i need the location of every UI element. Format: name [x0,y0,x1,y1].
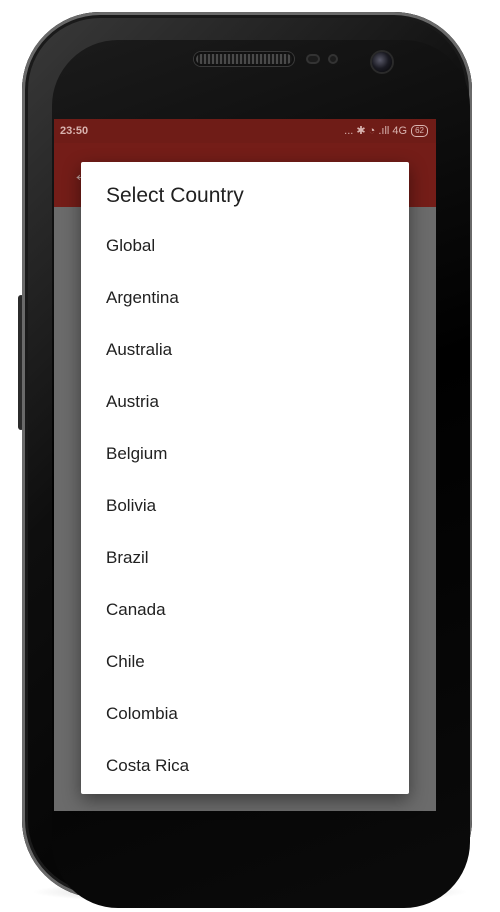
status-time: 23:50 [60,125,89,137]
country-item-australia[interactable]: Australia [81,324,409,376]
country-item-canada[interactable]: Canada [81,584,409,636]
country-item-costa-rica[interactable]: Costa Rica [81,740,409,792]
status-icons: ... ✱ ◔ .ıll 4G 62 [344,124,428,137]
country-item-global[interactable]: Global [81,220,409,272]
select-country-dialog: Select Country Global Argentina Australi… [81,162,409,794]
dialog-title: Select Country [106,184,244,207]
country-item-argentina[interactable]: Argentina [81,272,409,324]
country-item-chile[interactable]: Chile [81,636,409,688]
front-camera [372,52,392,72]
status-icons-text: ... ✱ ◔ .ıll 4G [344,125,408,137]
light-sensor [328,54,338,64]
country-item-brazil[interactable]: Brazil [81,532,409,584]
country-list: Global Argentina Australia Austria Belgi… [81,220,409,792]
speaker-grille [194,52,294,66]
device-frame: 23:50 ... ✱ ◔ .ıll 4G 62 ← Select Countr… [0,0,500,912]
proximity-sensor [306,54,320,64]
country-item-colombia[interactable]: Colombia [81,688,409,740]
status-bar: 23:50 ... ✱ ◔ .ıll 4G 62 [54,119,436,143]
battery-icon: 62 [411,124,428,137]
country-item-belgium[interactable]: Belgium [81,428,409,480]
country-item-bolivia[interactable]: Bolivia [81,480,409,532]
country-item-austria[interactable]: Austria [81,376,409,428]
